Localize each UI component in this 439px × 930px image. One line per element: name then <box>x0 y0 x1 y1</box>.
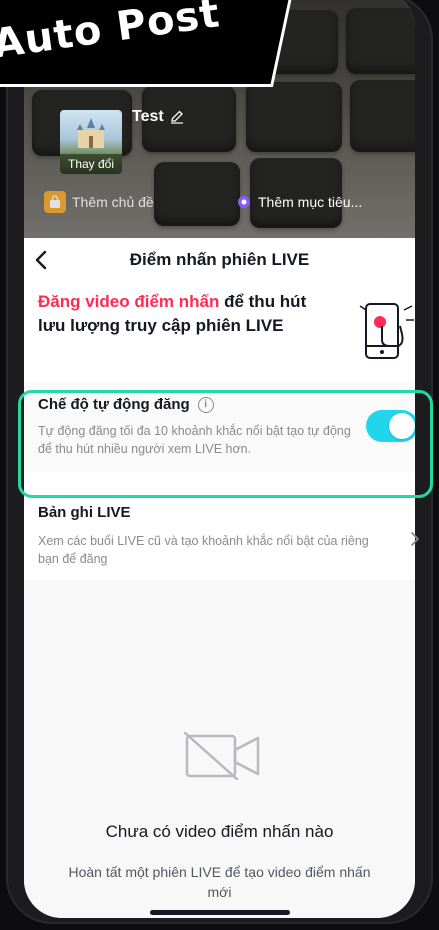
phone-tap-icon <box>359 303 414 359</box>
change-cover-label: Thay đổi <box>60 154 122 174</box>
add-topic-chip[interactable]: Thêm chủ đề <box>44 189 154 215</box>
live-record-title: Bản ghi LIVE <box>38 504 131 521</box>
promo-text: Đăng video điểm nhấn để thu hút lưu lượn… <box>38 290 328 338</box>
auto-post-highlight-box <box>18 390 433 498</box>
add-goal-label: Thêm mục tiêu... <box>258 194 363 210</box>
page-title: Điểm nhấn phiên LIVE <box>129 250 310 269</box>
add-topic-label: Thêm chủ đề <box>72 194 154 210</box>
live-title-row[interactable]: Test <box>132 108 184 126</box>
add-goal-chip[interactable]: Thêm mục tiêu... <box>236 189 362 215</box>
live-record-row[interactable]: Bản ghi LIVE Xem các buổi LIVE cũ và tạo… <box>24 490 415 572</box>
empty-state-title: Chưa có video điểm nhấn nào <box>105 822 334 841</box>
video-off-icon <box>184 732 260 780</box>
castle-icon <box>77 118 105 148</box>
back-arrow-icon[interactable] <box>30 248 54 272</box>
empty-state-description: Hoàn tất một phiên LIVE để tạo video điể… <box>68 864 371 900</box>
page-header: Điểm nhấn phiên LIVE <box>24 238 415 282</box>
live-title: Test <box>132 108 164 125</box>
cover-thumbnail[interactable]: Thay đổi <box>60 110 122 174</box>
home-indicator <box>150 910 290 915</box>
chevron-right-icon[interactable] <box>410 531 420 547</box>
target-icon <box>238 196 250 208</box>
edit-icon[interactable] <box>170 110 184 124</box>
promo-accent-text: Đăng video điểm nhấn <box>38 292 220 311</box>
live-record-description: Xem các buổi LIVE cũ và tạo khoảnh khắc … <box>38 534 369 566</box>
shopping-bag-icon <box>44 191 66 213</box>
